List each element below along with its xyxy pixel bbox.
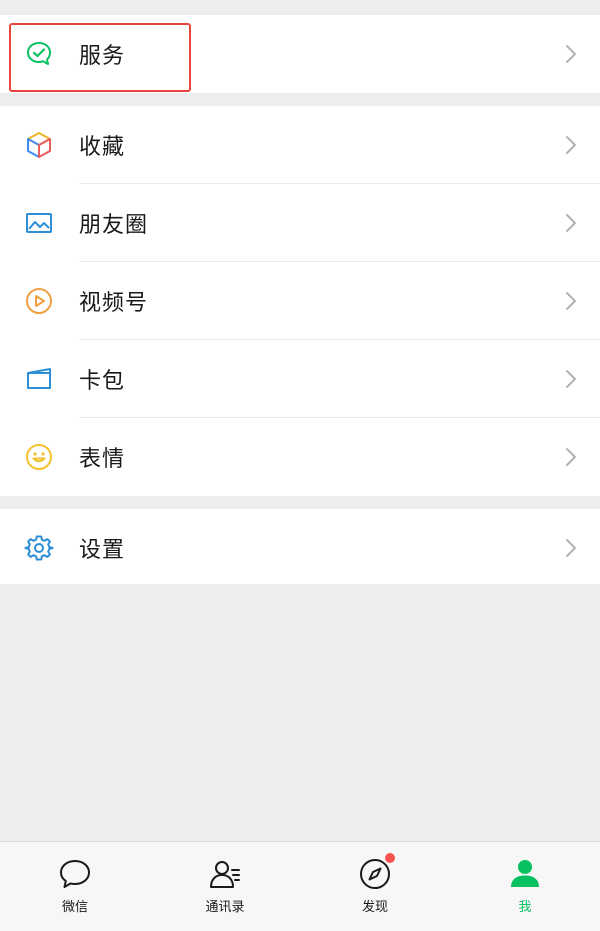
- menu-item-label: 服务: [79, 44, 126, 69]
- person-icon: [507, 856, 543, 892]
- group-separator: [0, 496, 600, 509]
- menu-item-card-wallet[interactable]: 卡包: [0, 340, 600, 418]
- chat-bubble-icon: [57, 856, 93, 892]
- menu-item-label: 朋友圈: [79, 213, 149, 238]
- tab-discover[interactable]: 发现: [300, 842, 450, 931]
- menu-item-channels[interactable]: 视频号: [0, 262, 600, 340]
- top-spacer: [0, 0, 600, 15]
- features-group: 收藏 朋友圈 视频号 卡包 表情: [0, 106, 600, 496]
- menu-item-label: 表情: [79, 447, 126, 472]
- menu-item-label: 视频号: [79, 291, 149, 316]
- menu-item-label: 收藏: [79, 135, 126, 160]
- sticker-smile-icon: [24, 442, 54, 472]
- menu-item-settings[interactable]: 设置: [0, 509, 600, 587]
- favorites-cube-icon: [24, 130, 54, 160]
- moments-image-icon: [24, 208, 54, 238]
- menu-item-label: 设置: [79, 538, 126, 563]
- compass-icon: [357, 853, 395, 892]
- bottom-tab-bar: 微信 通讯录 发现 我: [0, 841, 600, 931]
- gear-icon: [24, 533, 54, 563]
- tab-label: 我: [518, 900, 532, 915]
- tab-label: 微信: [61, 900, 88, 915]
- service-group: 服务: [0, 15, 600, 93]
- tab-label: 通讯录: [205, 900, 245, 915]
- menu-item-service[interactable]: 服务: [0, 15, 600, 93]
- card-wallet-icon: [24, 364, 54, 394]
- chevron-right-icon: [566, 45, 576, 63]
- notification-dot: [385, 853, 395, 863]
- chevron-right-icon: [566, 370, 576, 388]
- tab-chats[interactable]: 微信: [0, 842, 150, 931]
- menu-item-label: 卡包: [79, 369, 126, 394]
- menu-item-moments[interactable]: 朋友圈: [0, 184, 600, 262]
- chevron-right-icon: [566, 539, 576, 557]
- tab-me[interactable]: 我: [450, 842, 600, 931]
- settings-group: 设置: [0, 509, 600, 587]
- group-separator: [0, 93, 600, 106]
- tab-contacts[interactable]: 通讯录: [150, 842, 300, 931]
- empty-area: [0, 584, 600, 841]
- contacts-icon: [207, 856, 243, 892]
- menu-item-stickers[interactable]: 表情: [0, 418, 600, 496]
- service-icon: [24, 39, 54, 69]
- chevron-right-icon: [566, 136, 576, 154]
- chevron-right-icon: [566, 292, 576, 310]
- channels-play-icon: [24, 286, 54, 316]
- menu-item-favorites[interactable]: 收藏: [0, 106, 600, 184]
- chevron-right-icon: [566, 214, 576, 232]
- tab-label: 发现: [361, 900, 388, 915]
- chevron-right-icon: [566, 448, 576, 466]
